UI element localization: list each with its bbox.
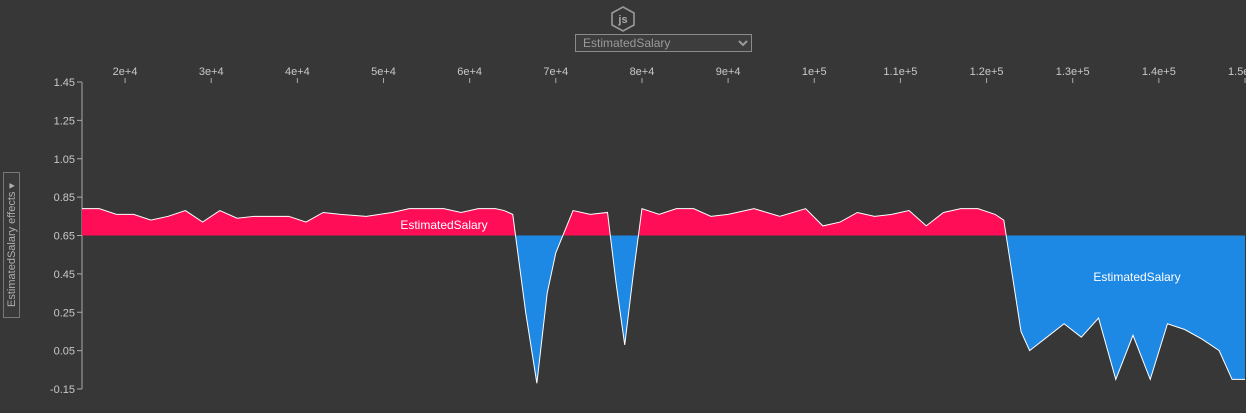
y-tick-label: 0.45 <box>54 269 75 281</box>
y-axis: 1.45 1.25 1.05 0.85 0.65 0.45 0.25 0.05 -0.15 <box>50 77 83 396</box>
negative-effect-area <box>1006 235 1245 380</box>
positive-effect-area <box>638 208 1007 236</box>
x-tick-label: 5e+4 <box>371 66 396 78</box>
x-axis: 2e+4 3e+4 4e+4 5e+4 6e+4 7e+4 8e+4 9e+4 1e+5 1.1e… <box>113 66 1246 83</box>
negative-effect-area <box>610 235 639 345</box>
y-tick-label: 0.05 <box>54 346 75 358</box>
negative-series-label: EstimatedSalary <box>1093 270 1180 284</box>
x-tick-label: 7e+4 <box>543 66 568 78</box>
effect-areas <box>82 207 1245 384</box>
y-tick-label: 1.45 <box>54 77 75 89</box>
x-tick-label: 1.3e+5 <box>1056 66 1090 78</box>
x-tick-label: 1.5e+5 <box>1228 66 1246 78</box>
x-tick-label: 2e+4 <box>113 66 138 78</box>
x-tick-label: 9e+4 <box>716 66 741 78</box>
y-tick-label: 0.65 <box>54 231 75 243</box>
y-tick-label: 1.05 <box>54 154 75 166</box>
y-tick-label: 0.25 <box>54 307 75 319</box>
x-tick-label: 1.2e+5 <box>970 66 1004 78</box>
positive-effect-area <box>562 210 611 236</box>
y-tick-label: 0.85 <box>54 192 75 204</box>
x-tick-label: 3e+4 <box>199 66 224 78</box>
y-tick-label: 1.25 <box>54 115 75 127</box>
positive-series-label: EstimatedSalary <box>400 218 487 232</box>
x-tick-label: 8e+4 <box>630 66 655 78</box>
force-plot-chart: 2e+4 3e+4 4e+4 5e+4 6e+4 7e+4 8e+4 9e+4 1e+5 1.1e… <box>50 66 1246 396</box>
x-tick-label: 1.1e+5 <box>883 66 917 78</box>
x-tick-label: 1.4e+5 <box>1142 66 1176 78</box>
x-tick-label: 4e+4 <box>285 66 310 78</box>
x-tick-label: 1e+5 <box>802 66 827 78</box>
y-tick-label: -0.15 <box>50 384 75 396</box>
x-tick-label: 6e+4 <box>457 66 482 78</box>
